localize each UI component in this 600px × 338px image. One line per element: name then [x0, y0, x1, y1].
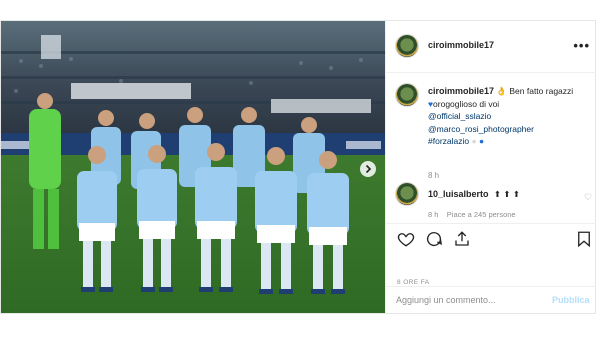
comment-bubble-icon[interactable] [425, 230, 443, 248]
team-photo-image [1, 21, 385, 313]
share-icon[interactable] [453, 230, 471, 248]
publish-button[interactable]: Pubblica [552, 295, 590, 305]
like-heart-icon[interactable] [397, 230, 415, 248]
comment-avatar[interactable] [395, 182, 419, 206]
bookmark-icon[interactable] [575, 230, 593, 248]
carousel-dots [179, 303, 212, 313]
comment-text: 10_luisalberto ⬆ ⬆ ⬆ [428, 189, 520, 200]
comment-username[interactable]: 10_luisalberto [428, 189, 489, 199]
caption-username[interactable]: ciroimmobile17 [428, 86, 494, 96]
avatar[interactable] [395, 34, 419, 58]
mention-official-sslazio[interactable]: @official_sslazio [428, 111, 491, 121]
caption-avatar[interactable] [395, 83, 419, 107]
comment-meta: 8 h Piace a 245 persone [428, 210, 516, 219]
add-comment-input[interactable] [396, 295, 536, 305]
caption-time: 8 h [428, 171, 440, 180]
hashtag-forzalazio[interactable]: #forzalazio [428, 136, 469, 146]
post-side-panel: ciroimmobile17 ••• ciroimmobile17 👌 Ben … [385, 21, 596, 314]
mention-photographer[interactable]: @marco_rosi_photographer [428, 124, 534, 134]
comment-like-heart-icon[interactable]: ♡ [584, 192, 592, 203]
add-comment-bar: Pubblica [386, 286, 596, 314]
post-actions [386, 223, 596, 263]
blue-circle-icon: ● [479, 136, 485, 146]
comment-emojis: ⬆ ⬆ ⬆ [493, 189, 520, 199]
carousel-next-button[interactable] [360, 161, 376, 177]
caption-text: ciroimmobile17 👌 Ben fatto ragazzi ♥orog… [428, 85, 593, 148]
caption-line2: orogoglioso di voi [433, 98, 500, 109]
ok-hand-icon: 👌 [496, 86, 507, 96]
more-horizontal-icon[interactable]: ••• [573, 38, 590, 53]
post-header: ciroimmobile17 ••• [386, 21, 596, 73]
post-photo[interactable] [1, 21, 385, 313]
comment-time: 8 h [428, 210, 439, 219]
instagram-post: ciroimmobile17 ••• ciroimmobile17 👌 Ben … [0, 20, 596, 314]
caption-line1: Ben fatto ragazzi [509, 86, 574, 96]
white-circle-icon: ● [471, 136, 477, 146]
comment-likes[interactable]: Piace a 245 persone [447, 210, 516, 219]
post-age: 8 ORE FA [397, 279, 430, 286]
chevron-right-icon [365, 164, 372, 174]
post-username[interactable]: ciroimmobile17 [428, 40, 494, 50]
